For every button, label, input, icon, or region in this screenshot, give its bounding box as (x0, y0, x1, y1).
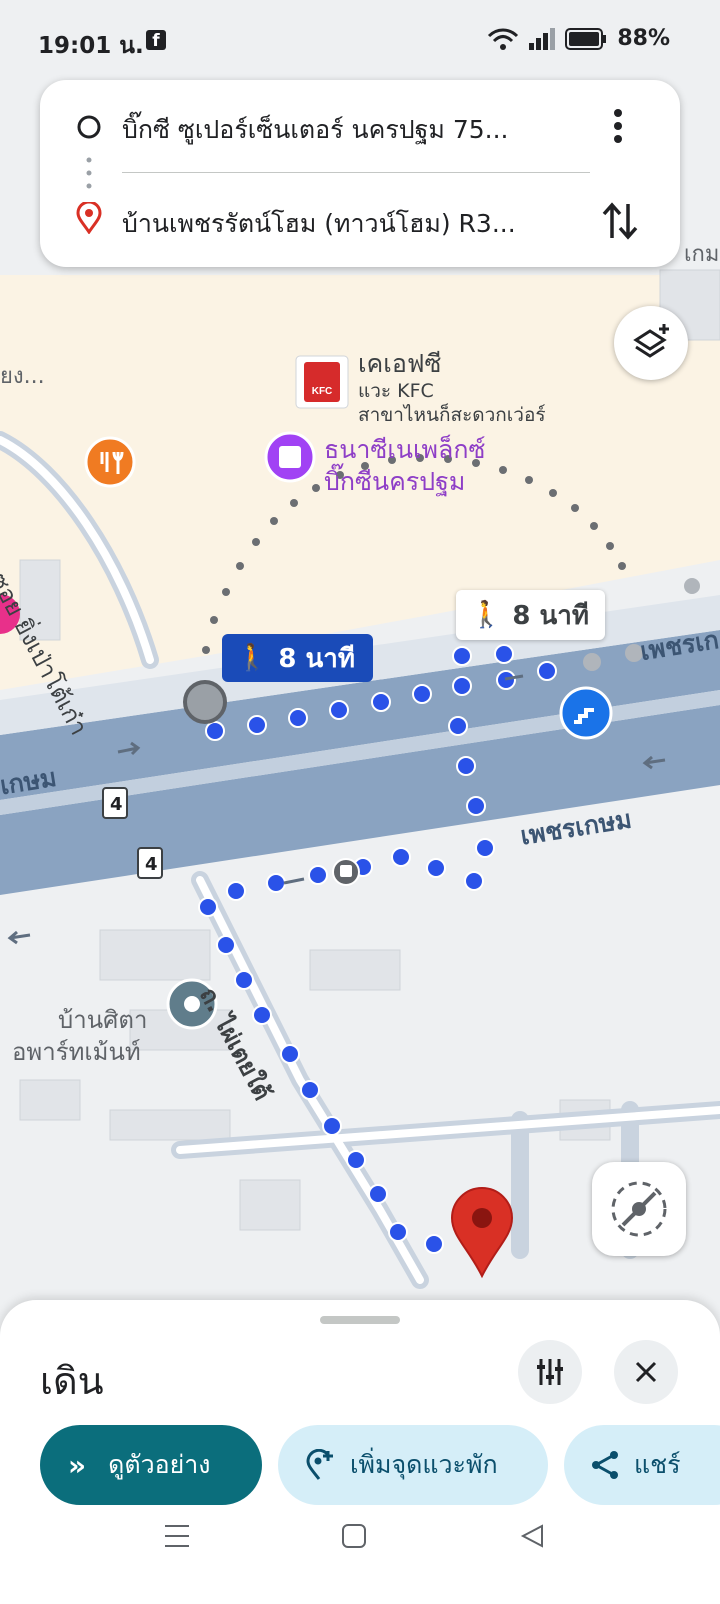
destination-field[interactable]: บ้านเพชรรัตน์โฮม (ทาวน์โฮม) R3... (122, 204, 590, 244)
more-options-icon[interactable] (610, 108, 626, 144)
svg-text:KFC: KFC (312, 386, 333, 397)
sheet-drag-handle[interactable] (320, 1316, 400, 1324)
home-icon[interactable] (342, 1524, 366, 1548)
map-edge-label-right: เกม (684, 242, 720, 267)
share-icon (592, 1451, 618, 1479)
battery-icon (565, 27, 607, 50)
walking-icon: 🚶 (470, 600, 503, 630)
status-right: 88% (487, 26, 670, 51)
map-edge-label-left: ยง... (0, 364, 45, 389)
walking-icon: 🚶 (236, 643, 269, 673)
facebook-notification-icon: f (146, 30, 166, 51)
close-button[interactable] (614, 1340, 678, 1404)
signal-icon (529, 27, 556, 50)
route-dots-icon (86, 157, 92, 189)
walk-time-badge-selected[interactable]: 🚶 8 นาที (222, 634, 374, 682)
add-location-icon (306, 1449, 333, 1480)
swap-directions-icon[interactable] (602, 200, 638, 242)
poi-cinema-branch: บิ๊กซีนครปฐม (324, 467, 466, 496)
card-divider (122, 172, 590, 173)
poi-kfc-subtitle-2: สาขาไหนก็สะดวกเว่อร์ (358, 404, 546, 426)
layers-button[interactable] (614, 306, 688, 380)
route-shield-4-lower: 4 (145, 854, 158, 875)
close-icon (635, 1361, 657, 1383)
travel-mode-title: เดิน (40, 1359, 104, 1403)
walk-time-selected-label: 8 นาที (278, 643, 356, 674)
poi-apartment-type: อพาร์ทเม้นท์ (12, 1038, 141, 1066)
system-navigation-bar (0, 1490, 720, 1604)
route-options-button[interactable] (518, 1340, 582, 1404)
origin-circle-icon (77, 115, 101, 139)
share-label: แชร์ (634, 1450, 681, 1479)
walk-time-alt-label: 8 นาที (512, 600, 590, 631)
location-off-icon (611, 1181, 667, 1237)
back-icon[interactable] (520, 1524, 544, 1548)
origin-field[interactable]: บิ๊กซี ซูเปอร์เซ็นเตอร์ นครปฐม 75... (122, 110, 590, 150)
layers-icon (633, 324, 669, 358)
preview-label: ดูตัวอย่าง (108, 1450, 211, 1479)
recenter-button[interactable] (592, 1162, 686, 1256)
double-chevron-icon: » (68, 1448, 87, 1482)
tune-icon (537, 1359, 563, 1385)
add-stop-label: เพิ่มจุดแวะพัก (350, 1450, 498, 1479)
destination-pin-icon (76, 202, 102, 234)
status-time: 19:01 น. (38, 33, 144, 59)
wifi-icon (488, 28, 519, 50)
route-card: บิ๊กซี ซูเปอร์เซ็นเตอร์ นครปฐม 75... บ้า… (40, 80, 680, 267)
status-bar: 19:01 น. f 88% (0, 0, 720, 80)
recent-apps-icon[interactable] (164, 1524, 190, 1548)
walk-time-badge-alternative[interactable]: 🚶 8 นาที (456, 590, 606, 640)
route-shield-4: 4 (110, 794, 123, 815)
battery-percent: 88% (617, 26, 670, 51)
